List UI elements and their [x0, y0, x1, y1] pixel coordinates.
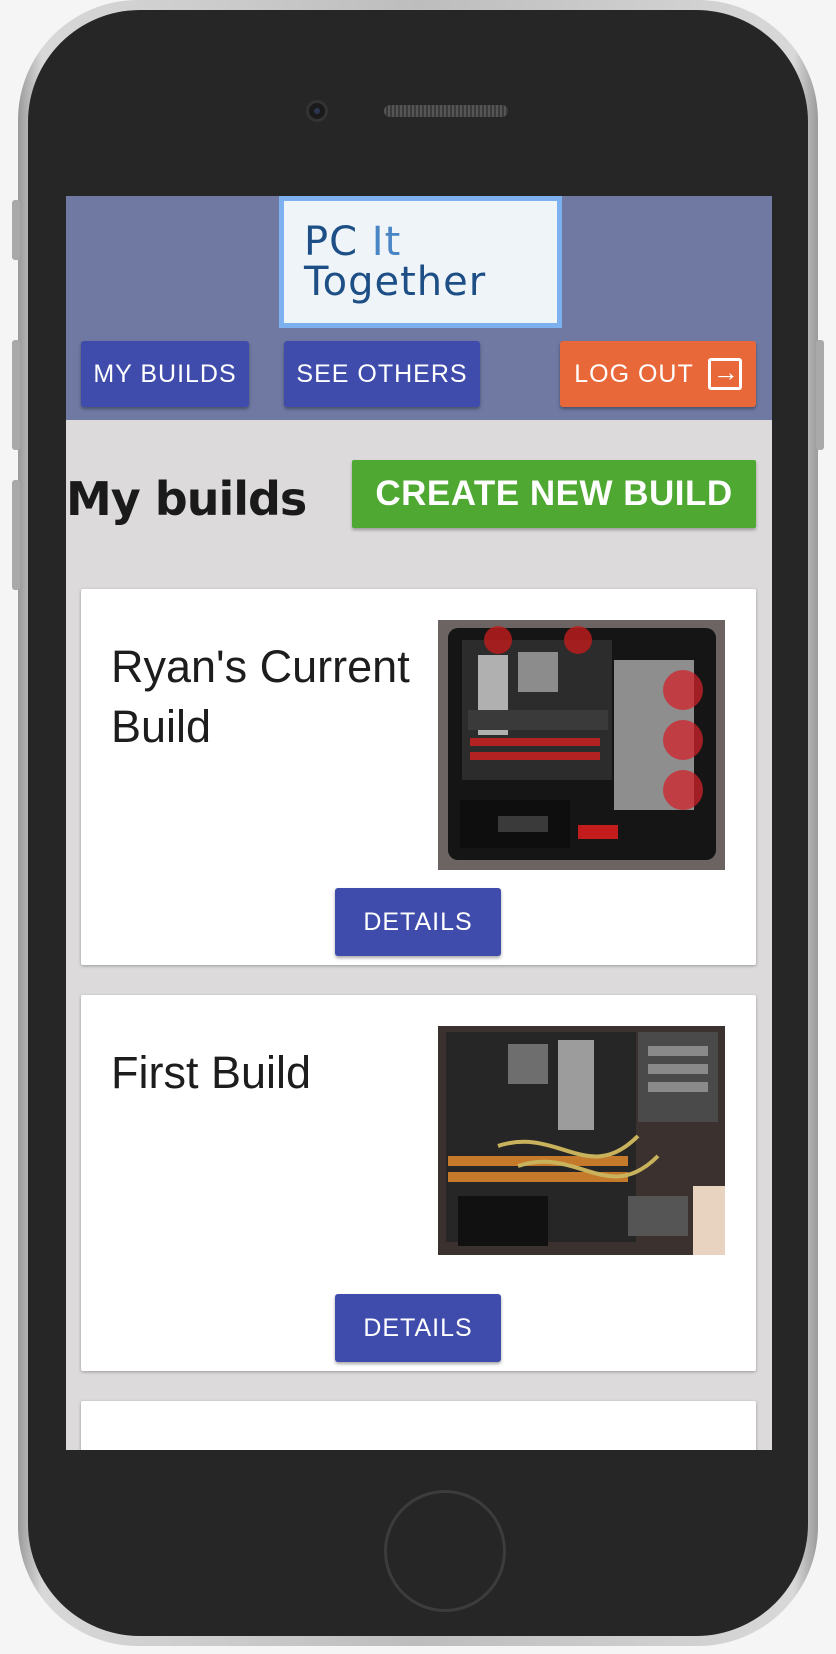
details-button[interactable]: DETAILS [335, 888, 501, 956]
create-new-build-button[interactable]: CREATE NEW BUILD [352, 460, 756, 528]
silent-switch [12, 200, 20, 260]
app-screen: PC It Together MY BUILDS SEE OTHERS LOG … [66, 196, 772, 1450]
build-title: First Build [111, 1047, 312, 1098]
details-button[interactable]: DETAILS [335, 1294, 501, 1362]
logo-text-line2: Together [304, 259, 487, 305]
build-title: Ryan's Current Build [111, 641, 410, 752]
build-card: Ryan's Current Build DETAILS [81, 589, 756, 965]
app-logo[interactable]: PC It Together [279, 196, 562, 328]
home-button[interactable] [384, 1490, 506, 1612]
my-builds-label: MY BUILDS [93, 359, 237, 388]
build-card: First Build DETAILS [81, 995, 756, 1371]
app-header: PC It Together MY BUILDS SEE OTHERS LOG … [66, 196, 772, 420]
power-button [816, 340, 824, 450]
log-out-button[interactable]: LOG OUT [560, 341, 756, 407]
volume-down-button [12, 480, 20, 590]
volume-up-button [12, 340, 20, 450]
see-others-button[interactable]: SEE OTHERS [284, 341, 480, 407]
earpiece-speaker [384, 105, 508, 117]
log-out-label: LOG OUT [574, 359, 694, 388]
my-builds-button[interactable]: MY BUILDS [81, 341, 249, 407]
page-title: My builds [66, 472, 307, 526]
create-new-build-label: CREATE NEW BUILD [375, 474, 733, 513]
see-others-label: SEE OTHERS [296, 359, 468, 388]
build-photo [438, 620, 725, 870]
logout-arrow-icon [707, 357, 742, 390]
build-photo [438, 1026, 725, 1255]
details-label: DETAILS [363, 907, 473, 936]
front-camera [306, 100, 328, 122]
build-card [81, 1401, 756, 1450]
details-label: DETAILS [363, 1313, 473, 1342]
